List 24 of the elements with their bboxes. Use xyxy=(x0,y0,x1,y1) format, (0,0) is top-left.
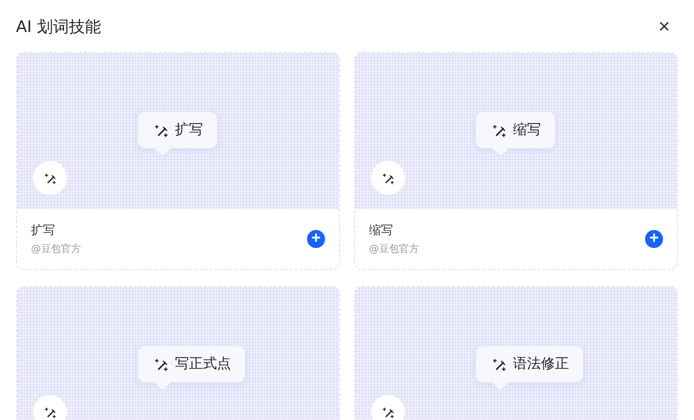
skill-name: 缩写 xyxy=(369,222,394,239)
magic-wand-icon xyxy=(154,122,169,138)
add-button[interactable]: + xyxy=(645,230,663,248)
magic-wand-icon xyxy=(44,172,56,184)
dialog-title: AI 划词技能 xyxy=(16,16,101,38)
magic-wand-icon xyxy=(382,172,394,184)
skill-card[interactable]: 扩写 扩写 @豆包官方 + xyxy=(16,52,340,270)
skill-author: @豆包官方 xyxy=(31,242,81,256)
skill-card[interactable]: 缩写 缩写 @豆包官方 + xyxy=(354,52,678,270)
close-button[interactable]: × xyxy=(654,17,674,37)
magic-wand-icon xyxy=(44,406,56,418)
magic-wand-icon xyxy=(492,356,507,372)
magic-wand-icon xyxy=(492,122,507,138)
popup-label: 写正式点 xyxy=(175,355,231,373)
add-button[interactable]: + xyxy=(307,230,325,248)
popup-label: 语法修正 xyxy=(513,355,569,373)
skill-author: @豆包官方 xyxy=(369,242,419,256)
popup-label: 缩写 xyxy=(513,121,541,139)
skill-card[interactable]: 写正式点 xyxy=(16,286,340,420)
skill-name: 扩写 xyxy=(31,222,56,239)
magic-wand-icon xyxy=(154,356,169,372)
magic-wand-icon xyxy=(382,406,394,418)
popup-label: 扩写 xyxy=(175,121,203,139)
skill-card[interactable]: 语法修正 xyxy=(354,286,678,420)
